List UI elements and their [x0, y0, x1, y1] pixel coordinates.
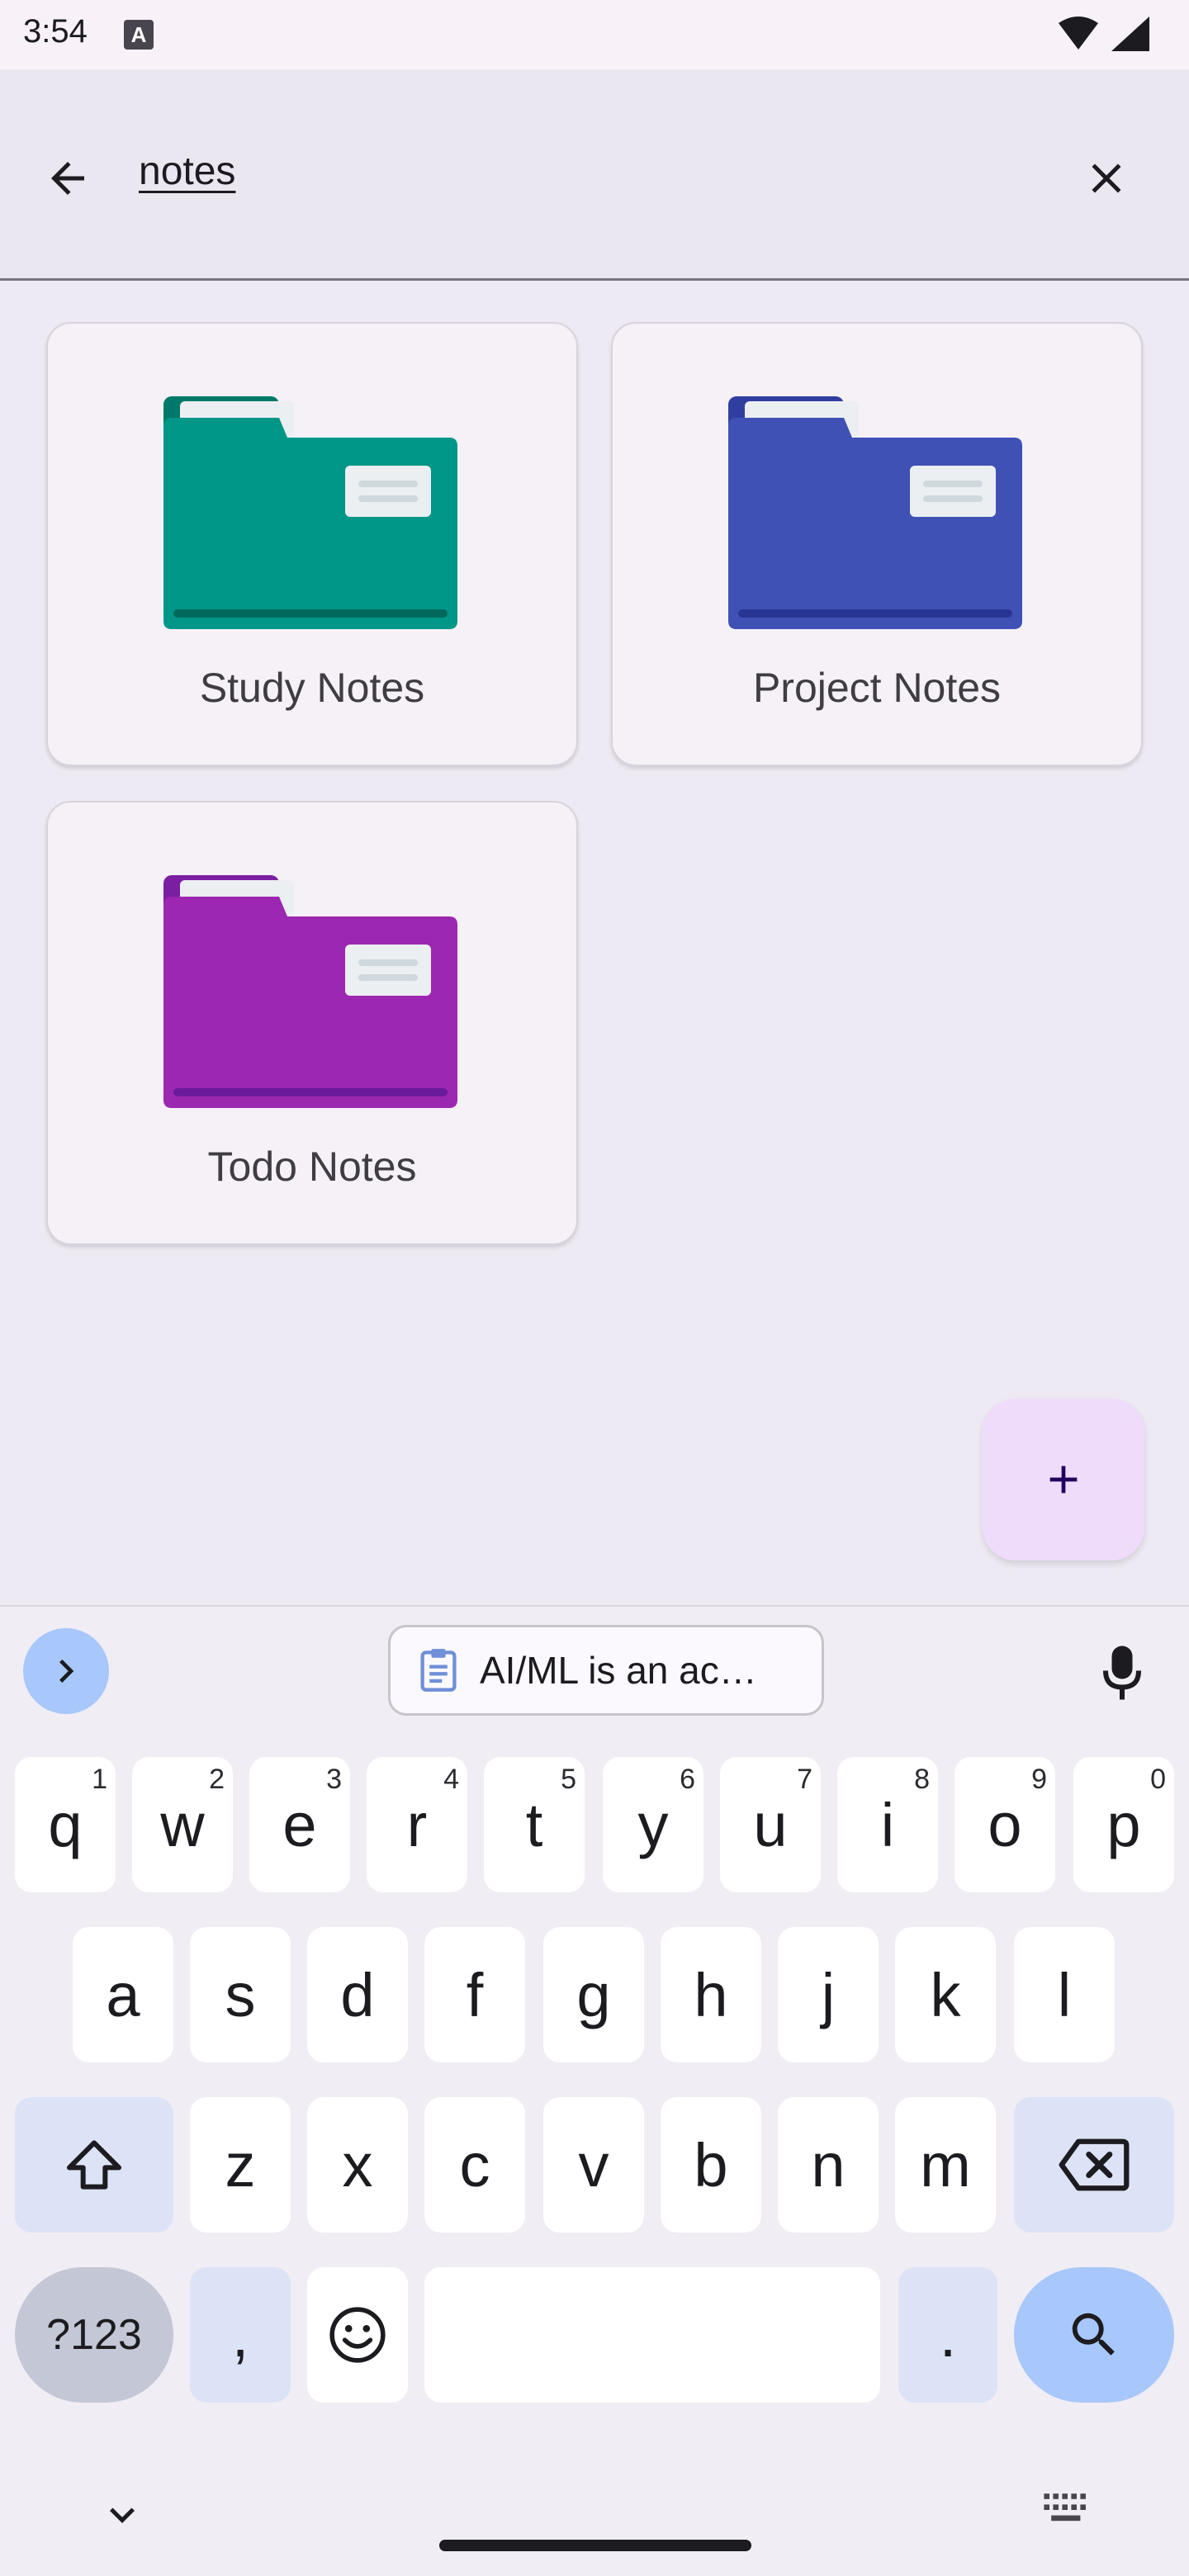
keyboard: AI/ML is an ac… q1 w2 e3 r4 t5 y6 u7 i8 … — [0, 1605, 1189, 2576]
key-g[interactable]: g — [543, 1927, 644, 2062]
key-n[interactable]: n — [778, 2097, 879, 2233]
folder-icon — [728, 396, 1022, 629]
period-key[interactable]: . — [898, 2267, 997, 2403]
key-o[interactable]: o9 — [955, 1757, 1055, 1892]
signal-icon — [1111, 17, 1149, 51]
back-button[interactable] — [33, 144, 102, 213]
folder-name: Study Notes — [199, 665, 425, 711]
key-e[interactable]: e3 — [249, 1757, 350, 1892]
clipboard-suggestion-chip[interactable]: AI/ML is an ac… — [388, 1625, 824, 1716]
folder-body — [163, 418, 457, 629]
key-t[interactable]: t5 — [484, 1757, 585, 1892]
shift-icon — [67, 2140, 121, 2190]
key-l[interactable]: l — [1014, 1927, 1115, 2062]
backspace-key[interactable] — [1014, 2097, 1174, 2233]
key-m[interactable]: m — [895, 2097, 996, 2233]
key-q[interactable]: q1 — [15, 1757, 116, 1892]
status-bar: 3:54 A — [0, 0, 1189, 69]
key-b[interactable]: b — [661, 2097, 761, 2233]
hide-keyboard-button[interactable] — [97, 2490, 147, 2544]
mic-icon — [1103, 1646, 1141, 1700]
shift-key[interactable] — [15, 2097, 173, 2233]
key-f[interactable]: f — [424, 1927, 525, 2062]
key-z[interactable]: z — [190, 2097, 291, 2233]
key-x[interactable]: x — [307, 2097, 408, 2233]
wifi-icon — [1059, 17, 1098, 50]
space-key[interactable] — [424, 2267, 880, 2403]
key-d[interactable]: d — [307, 1927, 408, 2062]
folder-card-project-notes[interactable]: Project Notes — [611, 322, 1143, 766]
clipboard-text: AI/ML is an ac… — [480, 1649, 757, 1692]
key-y[interactable]: y6 — [603, 1757, 703, 1892]
folder-card-study-notes[interactable]: Study Notes — [46, 322, 578, 766]
key-w[interactable]: w2 — [132, 1757, 233, 1892]
folder-icon — [163, 875, 457, 1108]
key-u[interactable]: u7 — [720, 1757, 821, 1892]
clipboard-icon — [420, 1649, 457, 1692]
arrow-back-icon — [51, 162, 84, 195]
folder-body — [163, 897, 457, 1108]
search-bar: notes — [0, 69, 1189, 281]
emoji-icon — [329, 2307, 386, 2363]
folder-card-todo-notes[interactable]: Todo Notes — [46, 801, 578, 1245]
folder-bottom-line — [173, 609, 448, 618]
notification-a-icon: A — [124, 20, 154, 50]
chevron-down-icon — [110, 2507, 135, 2523]
home-indicator[interactable] — [439, 2540, 751, 2551]
key-c[interactable]: c — [424, 2097, 525, 2233]
symbols-key[interactable]: ?123 — [15, 2267, 173, 2403]
key-p[interactable]: p0 — [1073, 1757, 1174, 1892]
folder-name: Todo Notes — [207, 1144, 417, 1190]
key-j[interactable]: j — [778, 1927, 879, 2062]
key-h[interactable]: h — [661, 1927, 761, 2062]
voice-input-button[interactable] — [1087, 1631, 1158, 1714]
search-icon — [1072, 2313, 1115, 2356]
keyboard-toolbar-expand-button[interactable] — [23, 1628, 109, 1714]
clear-search-button[interactable] — [1072, 144, 1141, 213]
status-time: 3:54 — [23, 13, 88, 50]
folder-label-plate — [345, 466, 431, 517]
folder-body — [728, 418, 1022, 629]
keyboard-icon — [1044, 2493, 1086, 2522]
emoji-key[interactable] — [307, 2267, 408, 2403]
key-a[interactable]: a — [73, 1927, 173, 2062]
backspace-icon — [1059, 2138, 1130, 2191]
key-r[interactable]: r4 — [367, 1757, 467, 1892]
status-icons — [1057, 15, 1164, 59]
close-icon — [1092, 163, 1121, 193]
key-v[interactable]: v — [543, 2097, 644, 2233]
key-i[interactable]: i8 — [837, 1757, 938, 1892]
add-folder-button[interactable] — [983, 1399, 1144, 1560]
folder-icon — [163, 396, 457, 629]
chevron-right-icon — [59, 1660, 74, 1683]
search-input[interactable]: notes — [139, 149, 235, 194]
folder-bottom-line — [173, 1088, 448, 1096]
keyboard-switcher-button[interactable] — [1042, 2492, 1093, 2532]
key-k[interactable]: k — [895, 1927, 996, 2062]
key-s[interactable]: s — [190, 1927, 291, 2062]
comma-key[interactable]: , — [190, 2267, 291, 2403]
folder-label-plate — [910, 466, 996, 517]
folder-name: Project Notes — [752, 665, 1002, 711]
search-key[interactable] — [1014, 2267, 1174, 2403]
folder-bottom-line — [738, 609, 1012, 618]
plus-icon — [1049, 1466, 1078, 1494]
folder-label-plate — [345, 945, 431, 996]
